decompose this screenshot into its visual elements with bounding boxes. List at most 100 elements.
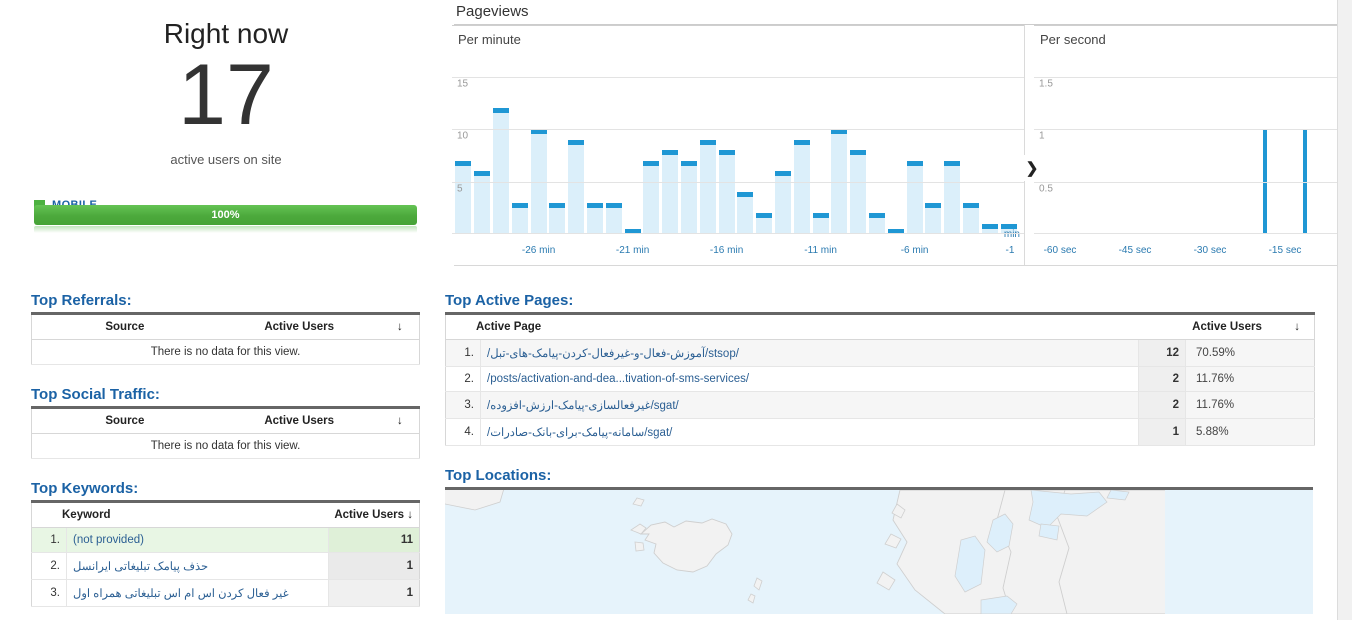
pageviews-title: Pageviews bbox=[452, 0, 1352, 24]
bar-top-cap bbox=[643, 161, 659, 166]
col-source[interactable]: Source bbox=[32, 408, 218, 434]
top-social-table: Source Active Users ↓ There is no data f… bbox=[31, 406, 420, 459]
bar-top-cap bbox=[662, 150, 678, 155]
bar bbox=[474, 171, 490, 234]
active-users-percent-cell: 70.59% bbox=[1186, 340, 1315, 367]
active-users-cell: 12 bbox=[1139, 340, 1186, 367]
top-social-block: Top Social Traffic: Source Active Users … bbox=[31, 386, 420, 459]
bar-top-cap bbox=[813, 213, 829, 218]
pageviews-charts: Per minute min 51015-26 min-21 min-16 mi… bbox=[452, 25, 1352, 265]
table-row[interactable]: 2.حذف پیامک تبلیغاتی ایرانسل1 bbox=[32, 553, 420, 580]
active-users-percent-cell: 11.76% bbox=[1186, 367, 1315, 392]
gridline bbox=[452, 182, 1024, 183]
bar-top-cap bbox=[794, 140, 810, 145]
table-row[interactable]: 4./tags/سامانه-پیامک-برای-بانک-صادرات/15… bbox=[446, 419, 1315, 446]
pageviews-bottom-divider bbox=[454, 265, 1342, 266]
bar bbox=[512, 203, 528, 234]
per-minute-unit-tag: min bbox=[1004, 229, 1020, 240]
y-axis-tick-label: 0.5 bbox=[1039, 183, 1053, 194]
col-source[interactable]: Source bbox=[32, 314, 218, 340]
active-page-cell[interactable]: /tags/غیرفعالسازی-پیامک-ارزش-افزوده/ bbox=[481, 392, 1139, 419]
gridline bbox=[1034, 129, 1342, 130]
keyword-cell[interactable]: حذف پیامک تبلیغاتی ایرانسل bbox=[67, 553, 329, 580]
active-users-percent-cell: 11.76% bbox=[1186, 392, 1315, 419]
table-row[interactable]: 1.(not provided)11 bbox=[32, 528, 420, 553]
y-axis-tick-label: 5 bbox=[457, 183, 463, 194]
keyword-cell[interactable]: غیر فعال کردن اس ام اس تبلیغاتی همراه او… bbox=[67, 580, 329, 607]
x-axis-tick-label: -21 min bbox=[616, 245, 649, 256]
empty-state-message: There is no data for this view. bbox=[32, 340, 420, 365]
keyword-cell[interactable]: (not provided) bbox=[67, 528, 329, 553]
col-active-page[interactable]: Active Page bbox=[446, 314, 1139, 340]
top-locations-block: Top Locations: bbox=[445, 467, 1315, 614]
right-now-panel: Right now 17 active users on site MOBILE… bbox=[0, 0, 452, 278]
locations-map[interactable] bbox=[445, 487, 1313, 614]
map-graphic bbox=[445, 490, 1167, 614]
bar bbox=[568, 140, 584, 234]
table-row[interactable]: 2./posts/activation-and-dea...tivation-o… bbox=[446, 367, 1315, 392]
chevron-right-icon[interactable]: ❯ bbox=[1023, 155, 1041, 181]
col-active-users[interactable]: Active Users bbox=[218, 314, 381, 340]
bar-top-cap bbox=[568, 140, 584, 145]
top-referrals-title: Top Referrals: bbox=[31, 292, 420, 309]
table-header-row: Source Active Users ↓ bbox=[32, 314, 420, 340]
col-active-users[interactable]: Active Users ↓ bbox=[328, 502, 419, 528]
row-index: 4. bbox=[446, 419, 481, 446]
table-row[interactable]: 3./tags/غیرفعالسازی-پیامک-ارزش-افزوده/21… bbox=[446, 392, 1315, 419]
x-axis-line bbox=[1034, 233, 1342, 234]
active-page-cell[interactable]: /posts/آموزش-فعال-و-غیرفعال-کردن-پیامک-ه… bbox=[481, 340, 1139, 367]
top-keywords-body: 1.(not provided)112.حذف پیامک تبلیغاتی ا… bbox=[32, 528, 420, 607]
bar bbox=[963, 203, 979, 234]
bar-top-cap bbox=[474, 171, 490, 176]
per-second-chart[interactable]: Per second 0.511.5-60 sec-45 sec-30 sec-… bbox=[1034, 25, 1342, 265]
top-keywords-block: Top Keywords: Keyword Active Users ↓ 1.(… bbox=[31, 480, 420, 607]
active-page-cell[interactable]: /tags/سامانه-پیامک-برای-بانک-صادرات/ bbox=[481, 419, 1139, 446]
arrow-down-icon[interactable]: ↓ bbox=[381, 408, 420, 434]
bar bbox=[587, 203, 603, 234]
device-share-bar[interactable]: 100% bbox=[34, 205, 417, 225]
x-axis-tick-label: -1 bbox=[1006, 245, 1015, 256]
per-second-header: Per second bbox=[1034, 25, 1342, 52]
top-keywords-title: Top Keywords: bbox=[31, 480, 420, 497]
arrow-down-icon[interactable]: ↓ bbox=[407, 509, 413, 521]
table-row[interactable]: 1./posts/آموزش-فعال-و-غیرفعال-کردن-پیامک… bbox=[446, 340, 1315, 367]
active-page-cell[interactable]: /posts/activation-and-dea...tivation-of-… bbox=[481, 367, 1139, 392]
x-axis-tick-label: -15 sec bbox=[1269, 245, 1302, 256]
bar bbox=[756, 213, 772, 234]
y-axis-tick-label: 1.5 bbox=[1039, 78, 1053, 89]
y-axis-tick-label: 1 bbox=[1039, 131, 1045, 142]
per-minute-plot: min 51015-26 min-21 min-16 min-11 min-6 … bbox=[452, 52, 1024, 260]
bar-top-cap bbox=[455, 161, 471, 166]
col-keyword[interactable]: Keyword bbox=[32, 502, 329, 528]
bar bbox=[737, 192, 753, 234]
bar bbox=[907, 161, 923, 234]
bar bbox=[643, 161, 659, 234]
active-users-count: 17 bbox=[0, 52, 452, 138]
table-row: There is no data for this view. bbox=[32, 340, 420, 365]
bar bbox=[606, 203, 622, 234]
per-minute-header: Per minute bbox=[452, 25, 1024, 52]
per-minute-chart[interactable]: Per minute min 51015-26 min-21 min-16 mi… bbox=[452, 25, 1025, 265]
page-scrollbar[interactable] bbox=[1337, 0, 1352, 620]
top-active-pages-table: Active Page Active Users ↓ 1./posts/آموز… bbox=[445, 312, 1315, 446]
col-active-users[interactable]: Active Users ↓ bbox=[1139, 314, 1315, 340]
right-column: Top Active Pages: Active Page Active Use… bbox=[445, 292, 1315, 620]
col-active-users-label: Active Users bbox=[334, 509, 404, 521]
x-axis-line bbox=[452, 233, 1024, 234]
active-users-cell: 2 bbox=[1139, 367, 1186, 392]
col-active-users[interactable]: Active Users bbox=[218, 408, 381, 434]
per-minute-bars bbox=[452, 52, 1024, 234]
bar-top-cap bbox=[775, 171, 791, 176]
bar-top-cap bbox=[963, 203, 979, 208]
active-users-caption: active users on site bbox=[0, 152, 452, 167]
top-keywords-table: Keyword Active Users ↓ 1.(not provided)1… bbox=[31, 500, 420, 607]
top-active-pages-block: Top Active Pages: Active Page Active Use… bbox=[445, 292, 1315, 446]
bar-top-cap bbox=[756, 213, 772, 218]
arrow-down-icon[interactable]: ↓ bbox=[1294, 321, 1300, 333]
table-row[interactable]: 3.غیر فعال کردن اس ام اس تبلیغاتی همراه … bbox=[32, 580, 420, 607]
arrow-down-icon[interactable]: ↓ bbox=[381, 314, 420, 340]
bar bbox=[775, 171, 791, 234]
table-row: There is no data for this view. bbox=[32, 434, 420, 459]
bar-top-cap bbox=[587, 203, 603, 208]
bar-top-cap bbox=[719, 150, 735, 155]
